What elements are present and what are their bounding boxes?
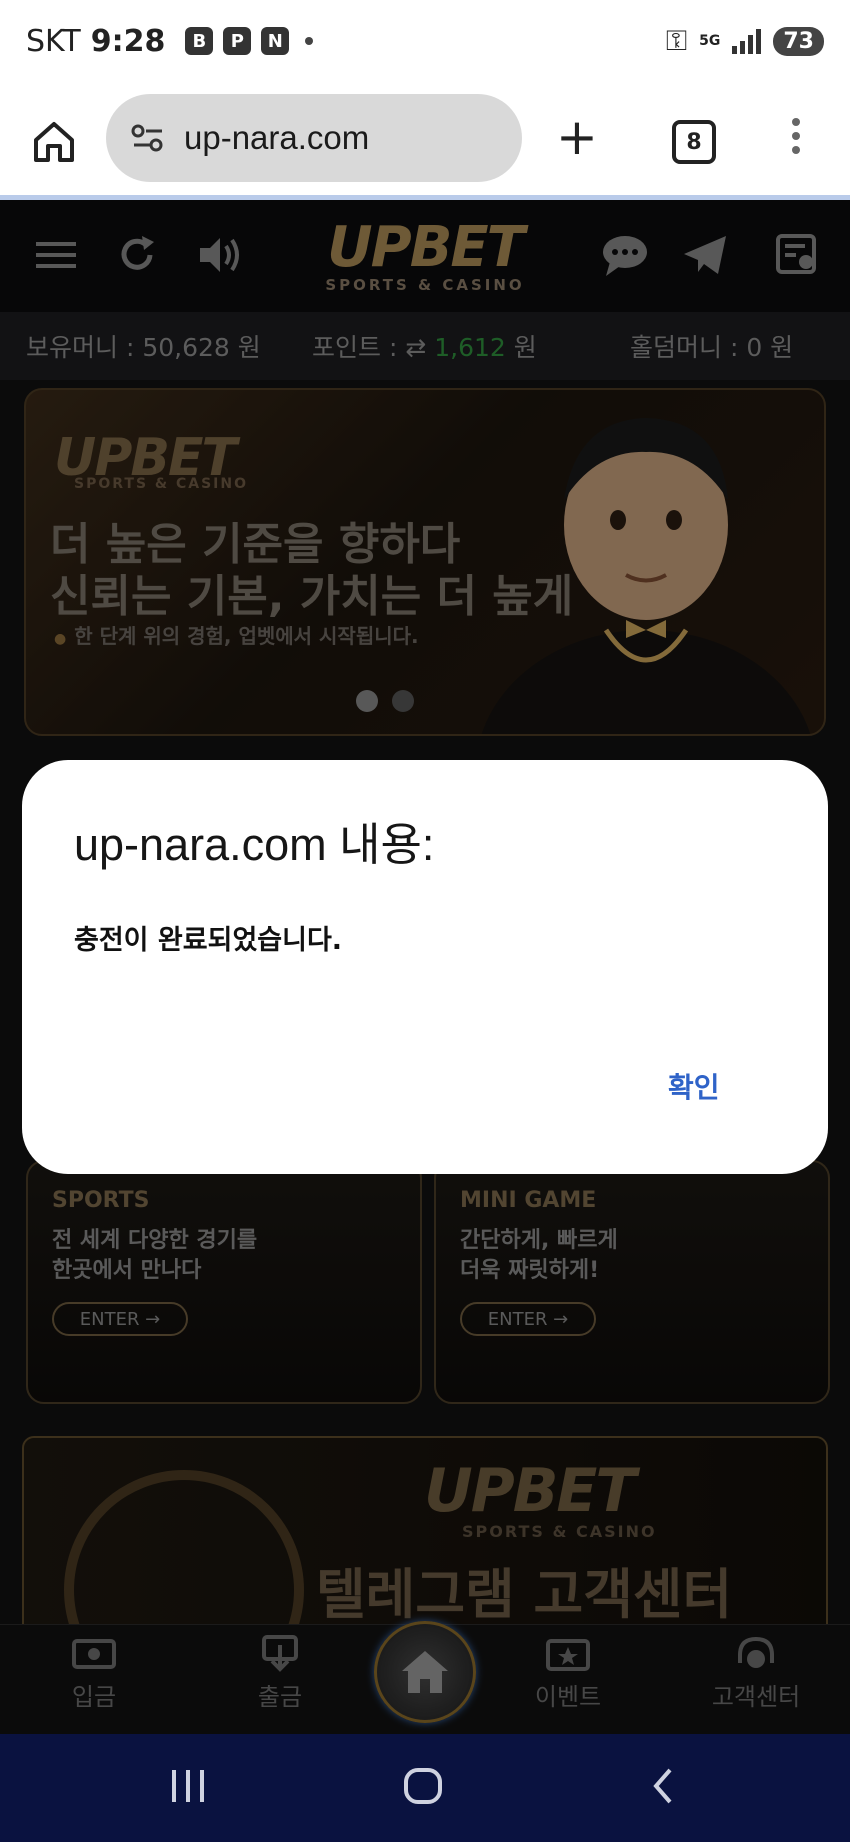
network-type-icon: 5G [699,33,721,49]
dialog-ok-button[interactable]: 확인 [668,1066,720,1106]
more-notifications-icon [305,37,314,45]
app-notification-icon: P [223,27,252,55]
new-tab-button[interactable]: + [556,112,598,162]
vpn-key-icon: ⚿ [665,24,688,57]
alert-dialog: up-nara.com 내용: 충전이 완료되었습니다. 확인 [22,760,828,1174]
back-icon[interactable] [648,1764,678,1808]
site-settings-icon[interactable] [130,123,166,153]
dialog-message: 충전이 완료되었습니다. [74,925,343,956]
clock: 9:28 [90,23,166,59]
battery-icon: 73 [773,26,824,56]
system-navigation-bar [0,1734,850,1842]
url-text: up-nara.com [184,119,370,156]
app-notification-icon: N [261,27,290,55]
dialog-title: up-nara.com 내용: [74,819,435,870]
carrier-label: SKT [26,23,81,59]
browser-toolbar: up-nara.com + 8 [0,82,850,200]
home-nav-icon[interactable] [402,1764,446,1808]
status-bar: SKT 9:28 B P N ⚿ 5G 73 [0,0,850,82]
browser-menu-button[interactable] [788,118,804,162]
app-notification-icon: B [185,27,214,55]
tab-switcher-button[interactable]: 8 [672,120,716,164]
signal-strength-icon [732,28,762,54]
recent-apps-icon[interactable] [168,1764,208,1808]
address-bar[interactable]: up-nara.com [106,94,522,182]
home-icon[interactable] [30,118,78,166]
